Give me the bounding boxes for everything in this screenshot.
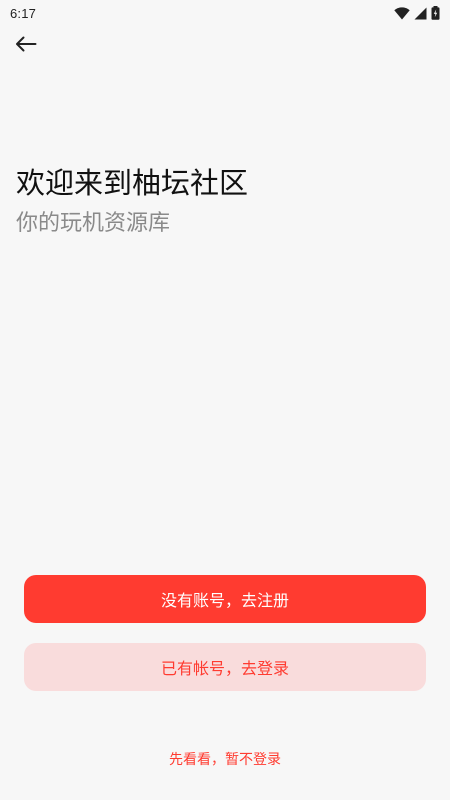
register-button[interactable]: 没有账号，去注册 [24, 575, 426, 623]
wifi-icon [394, 6, 410, 20]
login-button-label: 已有帐号，去登录 [160, 659, 289, 678]
back-button[interactable] [8, 30, 44, 62]
arrow-left-icon [15, 36, 37, 56]
welcome-title: 欢迎来到柚坛社区 [16, 166, 249, 200]
login-button[interactable]: 已有帐号，去登录 [24, 643, 426, 691]
status-time: 6:17 [10, 5, 37, 21]
welcome-subtitle: 你的玩机资源库 [16, 211, 171, 236]
register-button-label: 没有账号，去注册 [160, 591, 289, 610]
welcome-screen: 6:17 欢迎来到柚坛社区 你的玩机资源库 没有账号，去注册 已有帐号，去登录 … [0, 0, 450, 800]
battery-icon [431, 6, 440, 20]
skip-login-link[interactable]: 先看看，暂不登录 [0, 750, 450, 770]
status-icons [394, 6, 440, 20]
status-bar: 6:17 [0, 0, 450, 26]
cellular-signal-icon [414, 7, 427, 20]
